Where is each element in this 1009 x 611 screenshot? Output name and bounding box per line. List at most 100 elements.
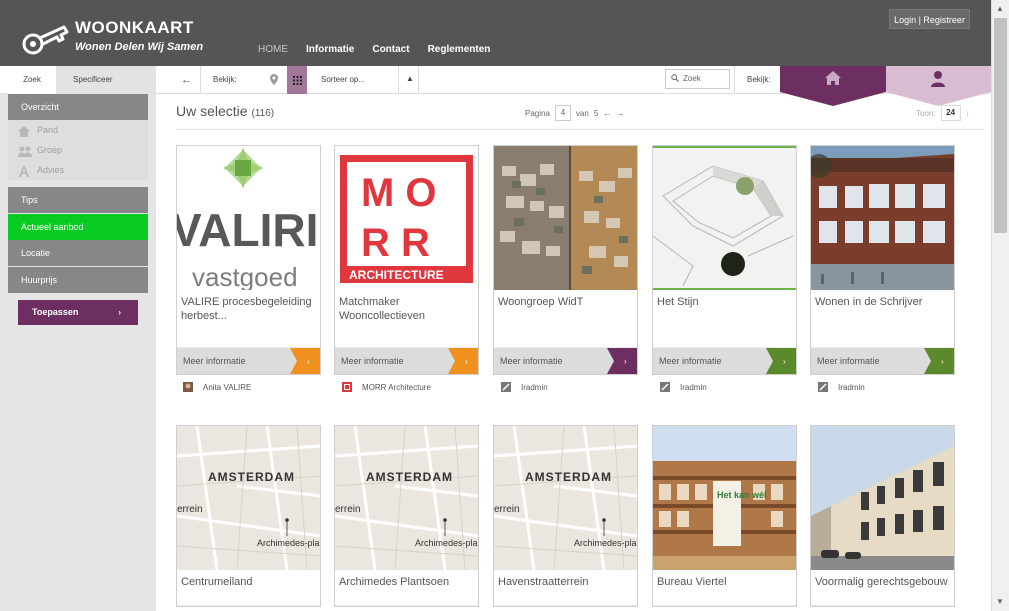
nav-contact[interactable]: Contact	[372, 44, 409, 55]
card-title[interactable]: Bureau Viertel	[653, 570, 796, 606]
avatar	[660, 382, 670, 392]
card-owner[interactable]: Iradmin	[660, 382, 707, 392]
login-register-button[interactable]: Login | Registreer	[889, 9, 970, 29]
page-input[interactable]: 4	[554, 105, 571, 121]
site-header: WOONKAART Wonen Delen Wij Samen HOME Inf…	[0, 0, 991, 66]
caret-up-icon[interactable]: ▲	[406, 74, 414, 83]
more-info-label: Meer informatie	[817, 356, 880, 366]
sidebar-item-groep[interactable]: Groep	[8, 140, 148, 160]
project-thumbnail[interactable]: AMSTERDAM errein Archimedes-plantsoen	[494, 426, 637, 570]
card-title[interactable]: Archimedes Plantsoen	[335, 570, 478, 606]
project-thumbnail[interactable]	[494, 146, 637, 290]
map-place-label: Archimedes-plantsoen	[415, 538, 478, 548]
card-title[interactable]: Voormalig gerechtsgebouw	[811, 570, 954, 606]
project-card[interactable]: Het Stijn Meer informatie ›	[652, 145, 797, 375]
tab-specificeer[interactable]: Specificeer	[56, 66, 156, 94]
card-title[interactable]: Woongroep WidT	[494, 290, 637, 348]
card-title[interactable]: Matchmaker Wooncollectieven	[335, 290, 478, 348]
svg-text:›: ›	[783, 357, 786, 366]
sidebar-item-pand[interactable]: Pand	[8, 120, 148, 140]
project-card[interactable]: VALIRI vastgoed VALIRE procesbegeleiding…	[176, 145, 321, 375]
sidebar-actueel-aanbod[interactable]: Actueel aanbod	[8, 214, 148, 240]
map-city-label: AMSTERDAM	[208, 470, 295, 484]
more-info-button[interactable]: Meer informatie ›	[653, 348, 796, 374]
project-card[interactable]: AMSTERDAM errein Archimedes-plantsoen Ar…	[334, 425, 479, 607]
card-owner[interactable]: Anita VALIRE	[183, 382, 251, 392]
project-card[interactable]: AMSTERDAM errein Archimedes-plantsoen Ce…	[176, 425, 321, 607]
bekijk-label: Bekijk:	[213, 75, 237, 84]
card-title[interactable]: VALIRE procesbegeleiding herbest...	[177, 290, 320, 348]
arrow-down-icon[interactable]: ↓	[966, 109, 970, 118]
project-thumbnail[interactable]	[811, 426, 954, 570]
project-card[interactable]: Voormalig gerechtsgebouw	[810, 425, 955, 607]
nav-reglementen[interactable]: Reglementen	[428, 44, 491, 55]
thumb-logo-subtext: vastgoed	[192, 262, 298, 290]
project-thumbnail[interactable]: VALIRI vastgoed	[177, 146, 320, 290]
project-card[interactable]: Wonen in de Schrijver Meer informatie ›	[810, 145, 955, 375]
logo-key-icon[interactable]	[20, 20, 70, 58]
site-title[interactable]: WOONKAART	[75, 18, 203, 38]
grid-view-icon[interactable]	[287, 66, 307, 94]
card-owner[interactable]: Iradmin	[501, 382, 548, 392]
project-thumbnail[interactable]	[811, 146, 954, 290]
sidebar-locatie[interactable]: Locatie	[8, 240, 148, 266]
scroll-thumb[interactable]	[994, 18, 1007, 233]
map-pin-icon[interactable]	[270, 74, 278, 88]
more-info-button[interactable]: Meer informatie ›	[335, 348, 478, 374]
prev-page-icon[interactable]: ←	[603, 109, 611, 118]
scroll-up-icon[interactable]: ▲	[996, 4, 1004, 13]
project-card[interactable]: Het kan wél Bureau Viertel	[652, 425, 797, 607]
project-thumbnail[interactable]	[653, 146, 796, 290]
card-title[interactable]: Het Stijn	[653, 290, 796, 348]
avatar	[183, 382, 193, 392]
more-info-button[interactable]: Meer informatie ›	[494, 348, 637, 374]
card-owner[interactable]: Iradmin	[818, 382, 865, 392]
sidebar-overzicht[interactable]: Overzicht	[8, 94, 148, 120]
more-info-label: Meer informatie	[500, 356, 563, 366]
scroll-down-icon[interactable]: ▼	[996, 597, 1004, 606]
nav-informatie[interactable]: Informatie	[306, 44, 354, 55]
chevron-tag-icon: ›	[607, 348, 637, 374]
selection-title: Uw selectie	[176, 103, 248, 119]
card-title[interactable]: Centrumeiland	[177, 570, 320, 606]
card-title[interactable]: Havenstraatterrein	[494, 570, 637, 606]
project-thumbnail[interactable]: M O R R ARCHITECTURE	[335, 146, 478, 290]
project-card[interactable]: M O R R ARCHITECTURE Matchmaker Wooncoll…	[334, 145, 479, 375]
sidebar-huurprijs[interactable]: Huurprijs	[8, 267, 148, 293]
apply-label: Toepassen	[32, 307, 79, 317]
pagination: Pagina 4 van 5 ← →	[525, 105, 624, 121]
map-city-label: AMSTERDAM	[525, 470, 612, 484]
sidebar-tips[interactable]: Tips	[8, 187, 148, 213]
card-owner[interactable]: MORR Architecture	[342, 382, 431, 392]
results-panel: Uw selectie (116) Pagina 4 van 5 ← → Too…	[156, 94, 991, 611]
page-scrollbar[interactable]: ▲ ▼	[991, 0, 1009, 611]
search-input[interactable]: Zoek	[665, 69, 730, 89]
nav-home[interactable]: HOME	[258, 44, 288, 55]
thumb-logo-subtext: ARCHITECTURE	[349, 268, 444, 282]
card-title[interactable]: Wonen in de Schrijver	[811, 290, 954, 348]
advies-a-icon	[18, 164, 30, 184]
project-thumbnail[interactable]: Het kan wél	[653, 426, 796, 570]
project-card[interactable]: AMSTERDAM errein Archimedes-plantsoen Ha…	[493, 425, 638, 607]
search-icon	[671, 74, 679, 84]
tab-zoek[interactable]: Zoek	[8, 66, 56, 94]
more-info-button[interactable]: Meer informatie ›	[177, 348, 320, 374]
collapse-arrow-icon[interactable]: ←	[181, 74, 192, 86]
site-tagline: Wonen Delen Wij Samen	[75, 41, 204, 53]
avatar	[818, 382, 828, 392]
sort-select[interactable]: Sorteer op...	[321, 75, 365, 84]
next-page-icon[interactable]: →	[616, 109, 624, 118]
sidebar-item-advies[interactable]: Advies	[8, 160, 148, 180]
main-nav: HOME Informatie Contact Reglementen	[258, 44, 490, 55]
apply-button[interactable]: Toepassen ›	[18, 300, 138, 325]
project-card[interactable]: Woongroep WidT Meer informatie ›	[493, 145, 638, 375]
sidebar-submenu: Pand Groep Advies	[8, 120, 148, 180]
divider	[176, 129, 984, 130]
more-info-label: Meer informatie	[183, 356, 246, 366]
more-info-button[interactable]: Meer informatie ›	[811, 348, 954, 374]
page-size-select[interactable]: 24	[940, 105, 961, 121]
thumb-logo-text: VALIRI	[177, 204, 318, 256]
divider	[200, 66, 201, 94]
project-thumbnail[interactable]: AMSTERDAM errein Archimedes-plantsoen	[177, 426, 320, 570]
project-thumbnail[interactable]: AMSTERDAM errein Archimedes-plantsoen	[335, 426, 478, 570]
